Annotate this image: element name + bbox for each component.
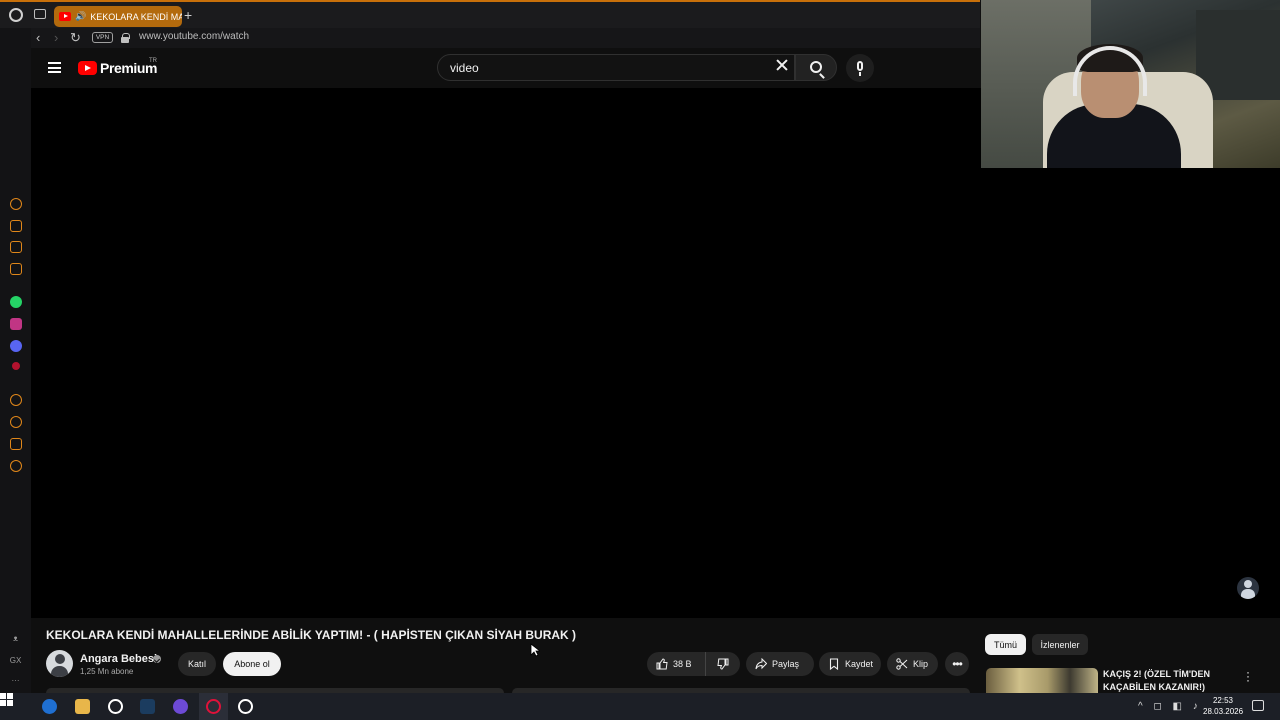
youtube-masthead: Premium TR xyxy=(31,48,981,88)
dislike-button[interactable] xyxy=(707,652,740,676)
youtube-favicon-icon xyxy=(59,12,71,21)
opera-gx-icon xyxy=(206,699,221,714)
steam-icon[interactable] xyxy=(140,699,155,714)
windows-taskbar: ^ ◻ ◧ ♪ 22:53 28.03.2026 xyxy=(0,693,1280,720)
verified-badge-icon xyxy=(153,655,161,663)
settings-gear-icon[interactable] xyxy=(10,460,22,472)
search-input[interactable] xyxy=(450,61,770,75)
tab-overview-icon[interactable] xyxy=(34,9,46,19)
more-actions-button[interactable]: ••• xyxy=(945,652,969,676)
youtube-logo-icon xyxy=(78,61,97,75)
thumbs-up-icon xyxy=(656,658,668,670)
like-count: 38 B xyxy=(673,659,692,669)
sidebar-gx-corner-icon[interactable] xyxy=(10,198,22,210)
microphone-icon xyxy=(857,61,863,76)
clip-label: Klip xyxy=(913,659,929,669)
gx-label[interactable]: GX xyxy=(0,656,31,665)
vpn-badge[interactable]: VPN xyxy=(92,32,113,43)
new-tab-button[interactable]: + xyxy=(184,7,192,23)
sidebar-more-icon[interactable]: ··· xyxy=(0,676,31,685)
opera-menu-icon[interactable] xyxy=(9,8,23,22)
tab-active[interactable]: 🔊 KEKOLARA KENDİ MA xyxy=(54,6,182,27)
opera-gx-taskbar-active[interactable] xyxy=(199,693,228,720)
voice-search-button[interactable] xyxy=(846,54,874,82)
scissors-icon xyxy=(896,658,908,670)
related-video-menu-icon[interactable]: · · · xyxy=(1246,666,1250,686)
sidebar-bookmark-icon[interactable] xyxy=(10,220,22,232)
address-bar: ⟲ ‹ › ↻ VPN www.youtube.com/watch xyxy=(0,28,980,48)
lock-icon[interactable] xyxy=(121,33,130,43)
url-field[interactable]: www.youtube.com/watch xyxy=(139,31,249,42)
save-label: Kaydet xyxy=(845,659,874,669)
share-icon xyxy=(755,658,767,670)
windows-start-icon[interactable] xyxy=(0,693,13,706)
system-tray[interactable]: ^ ◻ ◧ ♪ xyxy=(1138,701,1202,712)
extensions-icon[interactable] xyxy=(10,438,22,450)
webcam-overlay xyxy=(981,0,1280,168)
like-dislike-group: 38 B xyxy=(647,652,740,676)
subscribe-button[interactable]: Abone ol xyxy=(223,652,281,676)
steelseries-icon[interactable] xyxy=(108,699,123,714)
tab-title: KEKOLARA KENDİ MA xyxy=(90,11,182,22)
forward-button[interactable]: › xyxy=(54,30,58,46)
youtube-premium-logo[interactable]: Premium xyxy=(78,60,158,76)
screen: 🔊 KEKOLARA KENDİ MA + ⟲ ‹ › ↻ VPN www.yo… xyxy=(0,0,1280,720)
chip-all[interactable]: Tümü xyxy=(985,634,1026,655)
related-video-thumbnail[interactable] xyxy=(986,668,1098,695)
taskbar-clock[interactable]: 22:53 28.03.2026 xyxy=(1203,695,1243,717)
obs-icon[interactable] xyxy=(238,699,253,714)
edge-browser-icon[interactable] xyxy=(42,699,57,714)
channel-avatar[interactable] xyxy=(46,650,73,677)
player-overlay-avatar[interactable] xyxy=(1237,577,1259,599)
clip-button[interactable]: Klip xyxy=(887,652,938,676)
subscriber-count: 1,25 Mn abone xyxy=(80,667,134,676)
streaming-icon[interactable] xyxy=(12,362,20,370)
save-button[interactable]: Kaydet xyxy=(819,652,881,676)
discord-icon[interactable] xyxy=(10,340,22,352)
search-box[interactable] xyxy=(437,54,795,81)
bookmark-icon xyxy=(829,658,839,670)
whatsapp-icon[interactable] xyxy=(10,296,22,308)
sidebar-bottom-item[interactable]: ᴥ xyxy=(0,634,31,643)
country-code: TR xyxy=(149,58,157,64)
discord-taskbar-icon[interactable] xyxy=(173,699,188,714)
thumbs-down-icon xyxy=(717,658,729,670)
share-button[interactable]: Paylaş xyxy=(746,652,814,676)
reload-button[interactable]: ↻ xyxy=(70,30,81,46)
video-title: KEKOLARA KENDİ MAHALLELERİNDE ABİLİK YAP… xyxy=(46,628,577,642)
clear-search-icon[interactable] xyxy=(776,59,788,71)
share-label: Paylaş xyxy=(772,659,800,669)
channel-name[interactable]: Angara Bebesi xyxy=(80,653,157,665)
like-button[interactable]: 38 B xyxy=(647,652,706,676)
back-button[interactable]: ‹ xyxy=(36,30,40,46)
sidebar-mods-icon[interactable] xyxy=(10,263,22,275)
hamburger-menu-icon[interactable] xyxy=(48,62,61,73)
notification-center-icon[interactable] xyxy=(1252,700,1264,711)
instagram-icon[interactable] xyxy=(10,318,22,330)
search-button[interactable] xyxy=(795,54,837,81)
file-explorer-icon[interactable] xyxy=(75,699,90,714)
speaker-icon[interactable]: 🔊 xyxy=(75,11,86,22)
related-video-title[interactable]: KAÇIŞ 2! (ÖZEL TİM'DEN KAÇABİLEN KAZANIR… xyxy=(1103,668,1233,694)
player-icon[interactable] xyxy=(10,394,22,406)
sidebar-news-icon[interactable] xyxy=(10,241,22,253)
clock-date: 28.03.2026 xyxy=(1203,707,1244,716)
search-icon xyxy=(810,61,822,73)
chip-watched[interactable]: İzlenenler xyxy=(1032,634,1088,655)
browser-sidebar: ᴥ GX ··· xyxy=(0,28,31,693)
mouse-cursor-icon xyxy=(530,643,540,657)
clock-time: 22:53 xyxy=(1212,696,1234,705)
history-icon[interactable] xyxy=(10,416,22,428)
join-button[interactable]: Katıl xyxy=(178,652,216,676)
browser-tab-bar: 🔊 KEKOLARA KENDİ MA + xyxy=(0,0,980,28)
